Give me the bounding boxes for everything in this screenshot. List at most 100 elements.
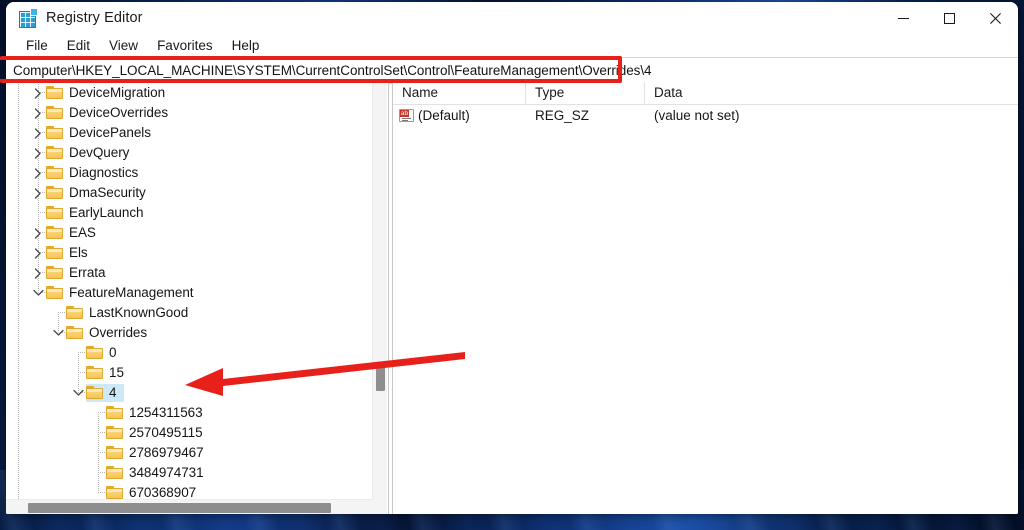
tree-item-2570495115[interactable]: 2570495115: [6, 423, 372, 443]
value-data-cell: (value not set): [654, 108, 740, 123]
tree-item-featuremanagement[interactable]: FeatureManagement: [6, 283, 372, 303]
value-name-cell: ab (Default): [393, 105, 526, 126]
tree-item-label: DeviceMigration: [69, 85, 166, 100]
values-list-rows: ab (Default) REG_SZ (value not set): [393, 105, 1018, 126]
registry-path-text: Computer\HKEY_LOCAL_MACHINE\SYSTEM\Curre…: [13, 63, 652, 78]
chevron-right-icon[interactable]: [30, 123, 46, 143]
tree-item-deviceoverrides[interactable]: DeviceOverrides: [6, 103, 372, 123]
chevron-down-icon[interactable]: [30, 283, 46, 303]
chevron-right-icon[interactable]: [30, 223, 46, 243]
tree-item-overrides[interactable]: Overrides: [6, 323, 372, 343]
string-value-icon: ab: [399, 109, 414, 122]
scrollbar-corner: [372, 499, 387, 514]
tree-item-1254311563[interactable]: 1254311563: [6, 403, 372, 423]
tree-item-devquery[interactable]: DevQuery: [6, 143, 372, 163]
tree-item-label: Els: [69, 245, 88, 260]
address-bar-container: Computer\HKEY_LOCAL_MACHINE\SYSTEM\Curre…: [6, 57, 1018, 84]
folder-icon: [46, 146, 65, 160]
tree-item-label: DmaSecurity: [69, 185, 146, 200]
tree-item-label: DevQuery: [69, 145, 130, 160]
title-bar: Registry Editor: [6, 2, 1018, 34]
menu-favorites[interactable]: Favorites: [148, 36, 223, 55]
tree-item-lastknowngood[interactable]: LastKnownGood: [6, 303, 372, 323]
window-title: Registry Editor: [46, 10, 143, 26]
folder-icon: [46, 186, 65, 200]
tree-vertical-scrollbar[interactable]: [372, 82, 387, 499]
tree-item-eas[interactable]: EAS: [6, 223, 372, 243]
tree-item-label: FeatureManagement: [69, 285, 194, 300]
tree-horizontal-scroll-thumb[interactable]: [28, 503, 331, 513]
folder-icon: [106, 406, 125, 420]
registry-values-pane: Name Type Data ab (Default) REG_SZ (value n…: [393, 82, 1018, 514]
menu-view[interactable]: View: [100, 36, 148, 55]
folder-icon: [46, 206, 65, 220]
menu-help[interactable]: Help: [223, 36, 270, 55]
minimize-button[interactable]: [880, 2, 926, 34]
folder-icon: [46, 86, 65, 100]
menu-bar: File Edit View Favorites Help: [6, 34, 1018, 57]
folder-icon: [66, 326, 85, 340]
folder-icon: [106, 486, 125, 499]
tree-item-670368907[interactable]: 670368907: [6, 483, 372, 499]
maximize-button[interactable]: [926, 2, 972, 34]
tree-vertical-scroll-thumb[interactable]: [376, 365, 385, 391]
chevron-right-icon[interactable]: [30, 163, 46, 183]
tree-item-errata[interactable]: Errata: [6, 263, 372, 283]
chevron-right-icon[interactable]: [30, 83, 46, 103]
value-type-cell: REG_SZ: [535, 108, 590, 123]
value-row[interactable]: ab (Default) REG_SZ (value not set): [393, 105, 1018, 126]
tree-item-3484974731[interactable]: 3484974731: [6, 463, 372, 483]
tree-item-label: Errata: [69, 265, 106, 280]
chevron-down-icon[interactable]: [70, 383, 86, 403]
folder-icon: [46, 286, 65, 300]
tree-item-15[interactable]: 15: [6, 363, 372, 383]
tree-item-label: LastKnownGood: [89, 305, 189, 320]
chevron-right-icon[interactable]: [30, 103, 46, 123]
tree-item-label: DevicePanels: [69, 125, 151, 140]
tree-item-4[interactable]: 4: [6, 383, 372, 403]
chevron-right-icon[interactable]: [30, 243, 46, 263]
close-button[interactable]: [972, 2, 1018, 34]
tree-horizontal-scrollbar[interactable]: [6, 499, 372, 514]
column-header-data[interactable]: Data: [645, 82, 1018, 104]
folder-icon: [106, 426, 125, 440]
tree-item-dmasecurity[interactable]: DmaSecurity: [6, 183, 372, 203]
main-content: DeviceMigration DeviceOverrides DevicePane…: [6, 82, 1018, 514]
folder-icon: [106, 446, 125, 460]
registry-tree: DeviceMigration DeviceOverrides DevicePane…: [6, 82, 372, 499]
tree-item-2786979467[interactable]: 2786979467: [6, 443, 372, 463]
tree-item-label: Diagnostics: [69, 165, 139, 180]
tree-item-label: 15: [109, 365, 124, 380]
tree-item-earlylaunch[interactable]: EarlyLaunch: [6, 203, 372, 223]
folder-icon: [46, 266, 65, 280]
registry-editor-icon: [19, 8, 38, 28]
tree-item-label: EAS: [69, 225, 96, 240]
chevron-right-icon[interactable]: [30, 263, 46, 283]
tree-item-label: Overrides: [89, 325, 148, 340]
folder-icon: [66, 306, 85, 320]
tree-item-els[interactable]: Els: [6, 243, 372, 263]
chevron-right-icon[interactable]: [30, 143, 46, 163]
column-header-type[interactable]: Type: [526, 82, 645, 104]
menu-edit[interactable]: Edit: [58, 36, 100, 55]
chevron-down-icon[interactable]: [50, 323, 66, 343]
tree-item-0[interactable]: 0: [6, 343, 372, 363]
tree-item-devicepanels[interactable]: DevicePanels: [6, 123, 372, 143]
menu-file[interactable]: File: [17, 36, 58, 55]
tree-item-devicemigration[interactable]: DeviceMigration: [6, 83, 372, 103]
folder-icon: [106, 466, 125, 480]
address-bar[interactable]: Computer\HKEY_LOCAL_MACHINE\SYSTEM\Curre…: [6, 57, 1018, 84]
tree-item-label: 670368907: [129, 485, 197, 499]
chevron-right-icon[interactable]: [30, 183, 46, 203]
folder-icon: [46, 226, 65, 240]
tree-item-diagnostics[interactable]: Diagnostics: [6, 163, 372, 183]
column-header-name[interactable]: Name: [393, 82, 526, 104]
